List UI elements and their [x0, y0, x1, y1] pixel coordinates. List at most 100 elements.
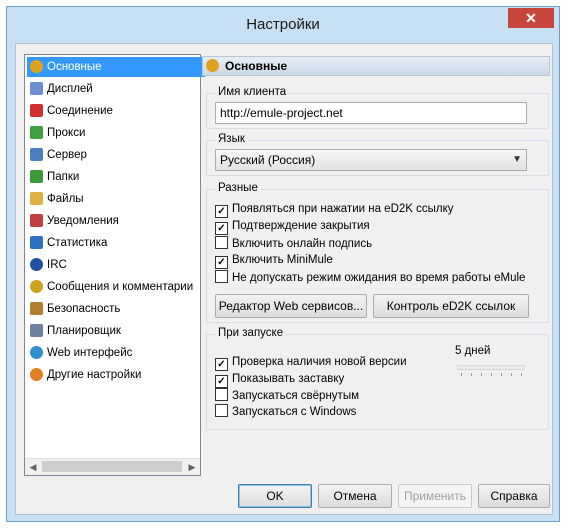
lock-icon — [30, 302, 43, 315]
sidebar-item-label: Сообщения и комментарии — [47, 281, 194, 293]
sidebar-item-statistics[interactable]: Статистика — [27, 233, 205, 253]
checkbox-checked-icon[interactable]: ✓ — [215, 375, 228, 388]
option-minimule[interactable]: ✓ Включить MiniMule — [215, 253, 333, 269]
option-label: Запускаться свёрнутым — [232, 390, 359, 402]
sidebar-item-label: IRC — [47, 259, 67, 271]
window-title: Настройки — [246, 16, 320, 33]
irc-icon — [30, 258, 43, 271]
option-prevent-standby[interactable]: Не допускать режим ожидания во время раб… — [215, 270, 525, 286]
sidebar-item-connection[interactable]: Соединение — [27, 101, 205, 121]
option-label: Включить онлайн подпись — [232, 238, 373, 250]
update-interval-slider[interactable] — [457, 365, 525, 370]
sidebar-item-messages[interactable]: Сообщения и комментарии — [27, 277, 205, 297]
panel-title: Основные — [225, 59, 288, 73]
sidebar-item-web-interface[interactable]: Web интерфейс — [27, 343, 205, 363]
title-bar[interactable]: Настройки ✕ — [7, 7, 559, 43]
client-name-input[interactable]: http://emule-project.net — [215, 102, 527, 124]
option-online-signature[interactable]: Включить онлайн подпись — [215, 236, 372, 252]
proxy-icon — [30, 126, 43, 139]
slider-tick — [521, 373, 522, 376]
folder-icon — [30, 170, 43, 183]
sidebar-item-files[interactable]: Файлы — [27, 189, 205, 209]
sidebar-item-security[interactable]: Безопасность — [27, 299, 205, 319]
sidebar-item-server[interactable]: Сервер — [27, 145, 205, 165]
option-label: Включить MiniMule — [232, 254, 333, 266]
option-label: Проверка наличия новой версии — [232, 356, 407, 368]
option-label: Подтверждение закрытия — [232, 220, 370, 232]
checkbox-unchecked-icon[interactable] — [215, 388, 228, 401]
settings-icon — [30, 368, 43, 381]
scroll-right-icon[interactable]: ▶ — [184, 459, 200, 475]
apply-button[interactable]: Применить — [398, 484, 472, 508]
option-label: Появляться при нажатии на eD2K ссылку — [232, 203, 454, 215]
dialog-body: Основные Дисплей Соединение Прокси Серве… — [15, 43, 553, 515]
option-start-minimized[interactable]: Запускаться свёрнутым — [215, 388, 359, 404]
scroll-thumb[interactable] — [42, 461, 182, 472]
ok-button[interactable]: OK — [238, 484, 312, 508]
language-group: Язык Русский (Россия) ▼ — [206, 133, 549, 176]
option-confirm-exit[interactable]: ✓ Подтверждение закрытия — [215, 219, 370, 235]
slider-tick — [501, 373, 502, 376]
language-label: Язык — [215, 133, 248, 145]
display-icon — [30, 82, 43, 95]
slider-tick — [471, 373, 472, 376]
sidebar-item-folders[interactable]: Папки — [27, 167, 205, 187]
checkbox-unchecked-icon[interactable] — [215, 270, 228, 283]
statistics-icon — [30, 236, 43, 249]
option-start-with-windows[interactable]: Запускаться с Windows — [215, 404, 356, 420]
settings-window: Настройки ✕ Основные Дисплей Соединение … — [6, 6, 560, 522]
sidebar-item-proxy[interactable]: Прокси — [27, 123, 205, 143]
option-ed2k-popup[interactable]: ✓ Появляться при нажатии на eD2K ссылку — [215, 202, 454, 218]
sidebar-item-label: Web интерфейс — [47, 347, 133, 359]
sidebar-item-label: Другие настройки — [47, 369, 142, 381]
sidebar-item-irc[interactable]: IRC — [27, 255, 205, 275]
slider-tick — [491, 373, 492, 376]
checkbox-checked-icon[interactable]: ✓ — [215, 222, 228, 235]
sidebar-item-label: Планировщик — [47, 325, 121, 337]
sidebar-item-label: Основные — [47, 61, 102, 73]
horizontal-scrollbar[interactable]: ◀ ▶ — [25, 458, 200, 475]
checkbox-checked-icon[interactable]: ✓ — [215, 205, 228, 218]
scroll-left-icon[interactable]: ◀ — [25, 459, 41, 475]
misc-label: Разные — [215, 182, 261, 194]
option-check-updates[interactable]: ✓ Проверка наличия новой версии — [215, 355, 407, 371]
category-list[interactable]: Основные Дисплей Соединение Прокси Серве… — [24, 54, 205, 476]
server-icon — [30, 148, 43, 161]
sidebar-item-label: Сервер — [47, 149, 87, 161]
misc-group: Разные ✓ Появляться при нажатии на eD2K с… — [206, 182, 549, 323]
cancel-button[interactable]: Отмена — [318, 484, 392, 508]
sidebar-item-other-settings[interactable]: Другие настройки — [27, 365, 205, 385]
sidebar-item-scheduler[interactable]: Планировщик — [27, 321, 205, 341]
startup-label: При запуске — [215, 327, 287, 339]
option-show-splash[interactable]: ✓ Показывать заставку — [215, 372, 344, 388]
sidebar-item-label: Прокси — [47, 127, 86, 139]
sidebar-item-label: Соединение — [47, 105, 113, 117]
checkbox-unchecked-icon[interactable] — [215, 236, 228, 249]
sidebar-item-label: Безопасность — [47, 303, 121, 315]
sidebar-item-label: Уведомления — [47, 215, 119, 227]
sidebar-item-display[interactable]: Дисплей — [27, 79, 205, 99]
slider-tick — [481, 373, 482, 376]
sidebar-item-label: Папки — [47, 171, 80, 183]
checkbox-checked-icon[interactable]: ✓ — [215, 358, 228, 371]
messages-icon — [30, 280, 43, 293]
help-button[interactable]: Справка — [478, 484, 550, 508]
sidebar-item-notifications[interactable]: Уведомления — [27, 211, 205, 231]
language-selected-value: Русский (Россия) — [220, 153, 316, 167]
checkbox-checked-icon[interactable]: ✓ — [215, 256, 228, 269]
startup-group: При запуске ✓ Проверка наличия новой верс… — [206, 327, 549, 430]
web-icon — [30, 346, 43, 359]
connection-icon — [30, 104, 43, 117]
ed2k-links-control-button[interactable]: Контроль eD2K ссылок — [373, 294, 529, 318]
files-icon — [30, 192, 43, 205]
option-label: Показывать заставку — [232, 373, 345, 385]
slider-tick — [511, 373, 512, 376]
close-button[interactable]: ✕ — [508, 8, 554, 28]
option-label: Не допускать режим ожидания во время раб… — [232, 272, 526, 284]
language-select[interactable]: Русский (Россия) ▼ — [215, 149, 527, 171]
client-name-group: Имя клиента http://emule-project.net — [206, 86, 549, 129]
sidebar-item-general[interactable]: Основные — [27, 57, 205, 77]
web-services-editor-button[interactable]: Редактор Web сервисов... — [215, 294, 367, 318]
sidebar-item-label: Файлы — [47, 193, 84, 205]
checkbox-unchecked-icon[interactable] — [215, 404, 228, 417]
